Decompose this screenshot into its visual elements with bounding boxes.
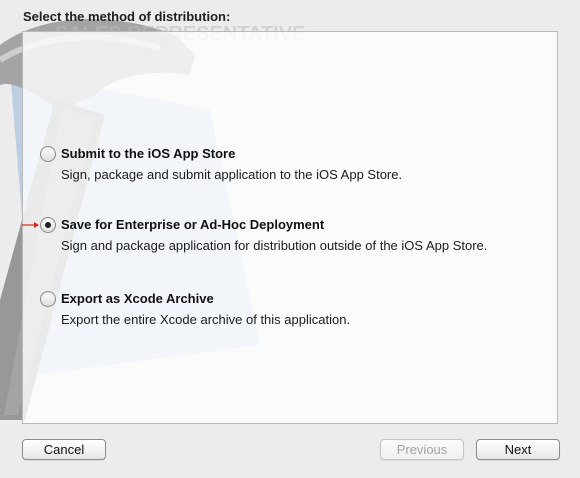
option-app-store-description: Sign, package and submit application to …: [61, 167, 403, 182]
pointer-arrow-icon: [22, 222, 39, 228]
next-button[interactable]: Next: [476, 439, 560, 460]
option-xcode-archive-description: Export the entire Xcode archive of this …: [61, 312, 351, 327]
previous-button[interactable]: Previous: [380, 439, 464, 460]
radio-app-store[interactable]: [40, 146, 56, 162]
cancel-button[interactable]: Cancel: [22, 439, 106, 460]
page-title: Select the method of distribution:: [23, 9, 231, 24]
option-enterprise-adhoc-description: Sign and package application for distrib…: [61, 238, 488, 253]
option-xcode-archive-title[interactable]: Export as Xcode Archive: [61, 291, 214, 307]
option-enterprise-adhoc-title[interactable]: Save for Enterprise or Ad-Hoc Deployment: [61, 217, 324, 233]
option-app-store-title[interactable]: Submit to the iOS App Store: [61, 146, 235, 162]
radio-xcode-archive[interactable]: [40, 291, 56, 307]
radio-enterprise-adhoc[interactable]: [40, 217, 56, 233]
